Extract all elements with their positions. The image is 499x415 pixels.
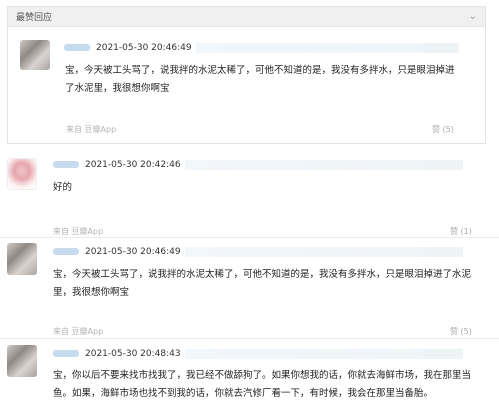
- avatar[interactable]: [7, 158, 37, 190]
- comment-text: 宝，今天被工头骂了，说我拌的水泥太稀了，可他不知道的是，我没有多拌水，只是眼泪掉…: [53, 269, 472, 298]
- comment-source: 来自 豆瓣App: [53, 327, 104, 336]
- avatar[interactable]: [20, 40, 50, 70]
- chevron-down-icon[interactable]: ⌄: [469, 11, 477, 22]
- comment-text: 好的: [53, 182, 73, 193]
- username[interactable]: [53, 350, 79, 357]
- username[interactable]: [64, 44, 90, 51]
- section-header: 最赞回应 ⌄: [8, 7, 485, 27]
- comment-header: 2021-05-30 20:46:49: [64, 42, 459, 53]
- comment-time: 2021-05-30 20:42:46: [85, 159, 181, 170]
- divider: [0, 237, 499, 238]
- header-bar: [184, 348, 463, 359]
- avatar[interactable]: [7, 243, 37, 275]
- comment-source: 来自 豆瓣App: [53, 227, 104, 236]
- username[interactable]: [53, 161, 79, 168]
- header-bar: [184, 246, 463, 257]
- header-bar: [195, 42, 459, 53]
- comment-time: 2021-05-30 20:46:49: [96, 42, 192, 53]
- comment-text: 宝，今天被工头骂了，说我拌的水泥太稀了，可他不知道的是，我没有多拌水，只是眼泪掉…: [65, 65, 455, 94]
- comment-header: 2021-05-30 20:46:49: [53, 246, 463, 257]
- header-bar: [184, 159, 463, 170]
- avatar[interactable]: [7, 345, 37, 377]
- like-button[interactable]: 赞 (5): [432, 124, 454, 135]
- comment-time: 2021-05-30 20:48:43: [85, 348, 181, 359]
- comment-header: 2021-05-30 20:48:43: [53, 348, 463, 359]
- comment-time: 2021-05-30 20:46:49: [85, 246, 181, 257]
- username[interactable]: [53, 248, 79, 255]
- section-title: 最赞回应: [16, 13, 53, 23]
- comment-source: 来自 豆瓣App: [66, 125, 117, 134]
- like-button[interactable]: 赞 (1): [450, 226, 472, 237]
- divider: [0, 338, 499, 339]
- comment-text: 宝，你以后不要来找市找我了，我已经不做舔狗了。如果你想我的话，你就去海鲜市场，我…: [53, 370, 472, 399]
- comment-header: 2021-05-30 20:42:46: [53, 159, 463, 170]
- like-button[interactable]: 赞 (5): [450, 326, 472, 337]
